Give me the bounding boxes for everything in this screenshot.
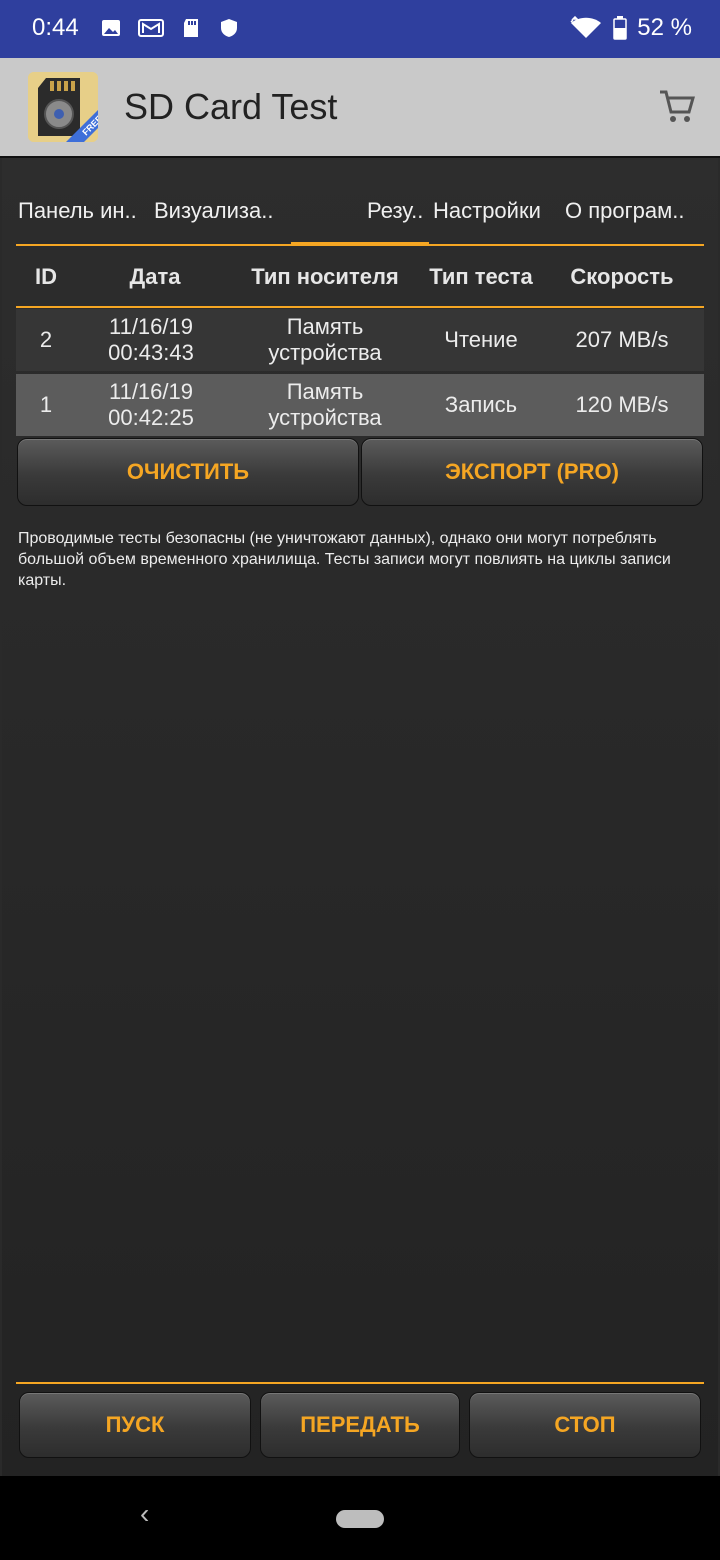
time-line: 00:42:25 (108, 405, 194, 430)
table-row[interactable]: 2 11/16/19 00:43:43 Память устройства Чт… (16, 309, 704, 371)
tab-about[interactable]: О програм.. (565, 198, 705, 224)
cell-media: Память устройства (240, 309, 410, 371)
cell-media: Память устройства (240, 374, 410, 436)
image-icon (102, 20, 120, 36)
media-line: устройства (268, 340, 382, 365)
app-title: SD Card Test (124, 86, 338, 127)
status-bar: 0:44 52 % (0, 0, 720, 58)
media-line: устройства (268, 405, 382, 430)
battery-level: 52 % (637, 14, 692, 41)
cell-speed: 120 MB/s (575, 392, 669, 417)
header-test-type: Тип теста (429, 264, 533, 289)
status-time: 0:44 (32, 14, 79, 41)
wifi-icon (570, 16, 602, 38)
tab-visualization[interactable]: Визуализа.. (154, 198, 304, 224)
tab-dashboard[interactable]: Панель ин.. (18, 198, 137, 224)
export-pro-button[interactable]: ЭКСПОРТ (PRO) (361, 438, 703, 506)
shield-icon (221, 19, 237, 37)
bottom-divider (16, 1382, 704, 1384)
app-bar: FREE SD Card Test (0, 58, 720, 158)
cell-test: Запись (444, 392, 518, 417)
tab-settings[interactable]: Настройки (433, 198, 541, 224)
header-date: Дата (129, 264, 181, 289)
send-button[interactable]: ПЕРЕДАТЬ (260, 1392, 460, 1458)
sd-card-logo-icon: FREE (28, 72, 98, 142)
mail-icon (138, 19, 164, 37)
cell-id: 2 (39, 327, 53, 352)
date-line: 11/16/19 (108, 314, 193, 339)
stop-button[interactable]: СТОП (469, 1392, 701, 1458)
header-id: ID (35, 264, 57, 289)
cell-date: 11/16/19 00:43:43 (86, 309, 216, 371)
header-speed: Скорость (570, 264, 674, 289)
header-divider (16, 306, 704, 308)
time-line: 00:43:43 (108, 340, 194, 365)
safety-note: Проводимые тесты безопасны (не уничтожаю… (18, 530, 671, 589)
table-row[interactable]: 1 11/16/19 00:42:25 Память устройства За… (16, 374, 704, 436)
tabs-divider (16, 244, 704, 246)
cell-id: 1 (39, 392, 53, 417)
back-icon[interactable]: ‹ (140, 1498, 149, 1530)
date-line: 11/16/19 (108, 379, 193, 404)
cell-test: Чтение (444, 327, 518, 352)
cell-date: 11/16/19 00:42:25 (86, 374, 216, 436)
cart-icon[interactable] (658, 88, 696, 126)
system-nav-bar: ‹ (0, 1476, 720, 1560)
header-media: Тип носителя (251, 264, 399, 289)
status-right: 52 % (569, 14, 692, 42)
media-line: Память (286, 314, 364, 339)
tab-results[interactable]: Резу.. (367, 198, 429, 224)
battery-icon (613, 16, 628, 40)
app-logo[interactable]: FREE (28, 72, 98, 142)
sd-card-icon (184, 19, 198, 37)
home-pill-icon[interactable] (336, 1510, 384, 1528)
cell-speed: 207 MB/s (575, 327, 669, 352)
clear-button[interactable]: ОЧИСТИТЬ (17, 438, 359, 506)
start-button[interactable]: ПУСК (19, 1392, 251, 1458)
media-line: Память (286, 379, 364, 404)
tab-bar: Панель ин.. Визуализа.. Резу.. Настройки… (18, 186, 706, 246)
